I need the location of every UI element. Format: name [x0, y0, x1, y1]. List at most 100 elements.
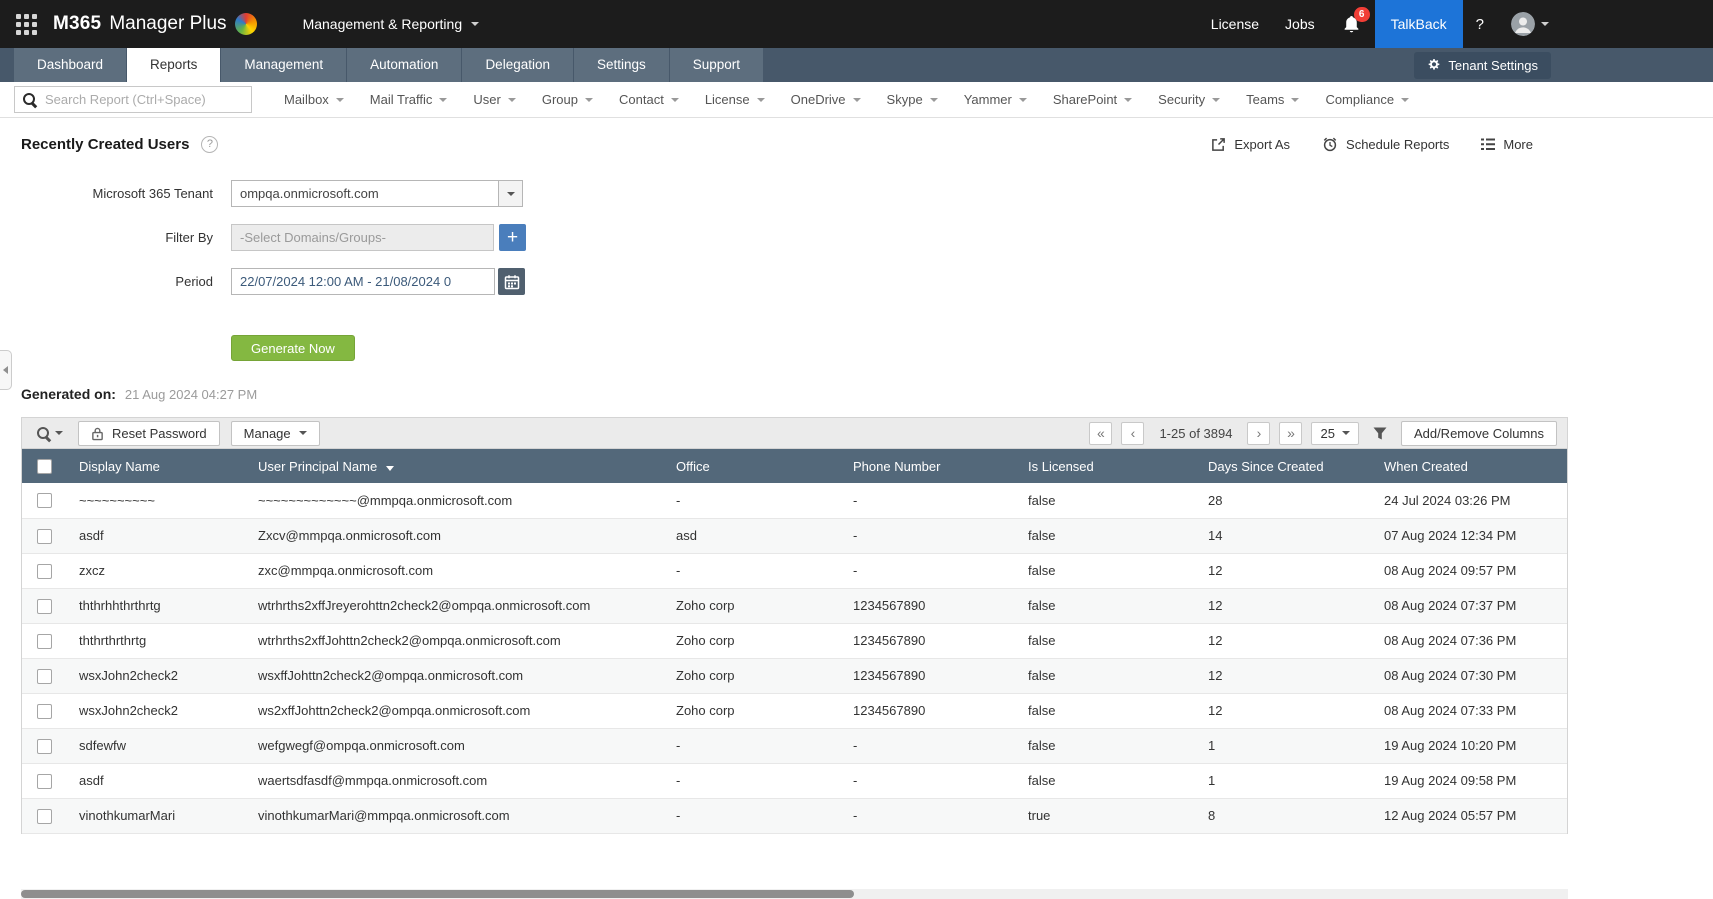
primary-nav: Dashboard Reports Management Automation Dele… [0, 48, 1713, 82]
table-row[interactable]: zxcz zxc@mmpqa.onmicrosoft.com - - false 12 08… [22, 553, 1567, 589]
report-menu-compliance[interactable]: Compliance [1312, 92, 1422, 107]
report-menu-onedrive[interactable]: OneDrive [778, 92, 874, 107]
license-link[interactable]: License [1198, 0, 1272, 48]
tenant-settings-button[interactable]: Tenant Settings [1414, 51, 1551, 79]
calendar-button[interactable] [498, 268, 525, 295]
tenant-select[interactable]: ompqa.onmicrosoft.com [231, 180, 523, 207]
apps-grid-icon[interactable] [16, 13, 37, 35]
report-menu-sharepoint[interactable]: SharePoint [1040, 92, 1145, 107]
schedule-reports-button[interactable]: Schedule Reports [1322, 136, 1449, 152]
row-checkbox-cell [22, 658, 67, 694]
report-menu-yammer[interactable]: Yammer [951, 92, 1040, 107]
table-row[interactable]: wsxJohn2check2 ws2xffJohttn2check2@ompqa.… [22, 693, 1567, 729]
row-checkbox-cell [22, 518, 67, 554]
table-row[interactable]: ththrthrthrtg wtrhrths2xffJohttn2check2@o… [22, 623, 1567, 659]
select-all-checkbox[interactable] [37, 459, 52, 475]
report-menu-user[interactable]: User [460, 92, 528, 107]
table-cell: 1 [1196, 728, 1372, 764]
table-cell: 1234567890 [841, 623, 1016, 659]
column-header-user-principal-name[interactable]: User Principal Name [246, 449, 664, 483]
tab-automation[interactable]: Automation [347, 48, 462, 82]
row-checkbox-cell [22, 553, 67, 589]
table-cell: 12 [1196, 623, 1372, 659]
reset-password-button[interactable]: Reset Password [78, 420, 220, 446]
table-row[interactable]: ththrhhthrthrtg wtrhrths2xffJreyerohttn2c… [22, 588, 1567, 624]
period-input[interactable] [231, 268, 495, 295]
report-menu-skype[interactable]: Skype [874, 92, 951, 107]
column-header-office[interactable]: Office [664, 449, 841, 483]
report-menu-mail-traffic[interactable]: Mail Traffic [357, 92, 461, 107]
add-filter-button[interactable]: + [499, 224, 526, 251]
prev-page-button[interactable]: ‹ [1121, 421, 1145, 445]
table-cell: 12 [1196, 693, 1372, 729]
column-header-display-name[interactable]: Display Name [67, 449, 246, 483]
column-header-is-licensed[interactable]: Is Licensed [1016, 449, 1196, 483]
column-search-icon [36, 426, 51, 441]
generate-now-button[interactable]: Generate Now [231, 335, 355, 361]
row-checkbox[interactable] [37, 668, 52, 684]
panel-collapse-handle[interactable] [0, 350, 12, 390]
row-checkbox[interactable] [37, 493, 52, 509]
help-button[interactable]: ? [1463, 0, 1497, 48]
report-menu-security[interactable]: Security [1145, 92, 1233, 107]
app-logo[interactable]: M365 Manager Plus [53, 13, 257, 35]
manage-dropdown-button[interactable]: Manage [230, 420, 320, 446]
more-button[interactable]: More [1481, 137, 1533, 152]
row-checkbox[interactable] [37, 528, 52, 544]
report-menu-mailbox[interactable]: Mailbox [271, 92, 357, 107]
row-checkbox[interactable] [37, 633, 52, 649]
tab-management[interactable]: Management [221, 48, 347, 82]
table-cell: false [1016, 763, 1196, 799]
tab-settings[interactable]: Settings [573, 48, 669, 82]
tab-delegation[interactable]: Delegation [462, 48, 573, 82]
table-cell: - [664, 483, 841, 519]
table-row[interactable]: asdf Zxcv@mmpqa.onmicrosoft.com asd - false 1… [22, 518, 1567, 554]
export-as-button[interactable]: Export As [1211, 137, 1290, 152]
column-search-toggle[interactable] [36, 426, 63, 441]
tab-support[interactable]: Support [669, 48, 764, 82]
table-row[interactable]: ~~~~~~~~~~ ~~~~~~~~~~~~~@mmpqa.onmicrosof… [22, 483, 1567, 519]
page-size-dropdown[interactable]: 25 [1311, 421, 1359, 445]
talkback-button[interactable]: TalkBack [1374, 0, 1463, 48]
last-page-button[interactable]: » [1279, 421, 1303, 445]
column-header-days-since-created[interactable]: Days Since Created [1196, 449, 1372, 483]
report-search-input[interactable] [14, 86, 252, 113]
select-all-header-cell [22, 449, 67, 483]
report-help-icon[interactable]: ? [201, 135, 219, 153]
table-cell: false [1016, 483, 1196, 519]
plus-icon: + [506, 227, 519, 248]
report-menu-group[interactable]: Group [529, 92, 606, 107]
jobs-link[interactable]: Jobs [1272, 0, 1328, 48]
horizontal-scrollbar-thumb[interactable] [21, 890, 854, 898]
table-row[interactable]: asdf waertsdfasdf@mmpqa.onmicrosoft.com - -… [22, 763, 1567, 799]
account-menu[interactable] [1497, 0, 1563, 48]
table-cell: false [1016, 553, 1196, 589]
report-menu-contact[interactable]: Contact [606, 92, 692, 107]
notifications-button[interactable]: 6 [1328, 0, 1375, 48]
table-cell: - [841, 728, 1016, 764]
row-checkbox[interactable] [37, 563, 52, 579]
table-row[interactable]: vinothkumarMari vinothkumarMari@mmpqa.onm… [22, 798, 1567, 834]
tab-reports[interactable]: Reports [127, 48, 221, 82]
column-header-when-created[interactable]: When Created [1372, 449, 1567, 483]
column-header-phone-number[interactable]: Phone Number [841, 449, 1016, 483]
add-remove-columns-button[interactable]: Add/Remove Columns [1400, 420, 1557, 446]
row-checkbox[interactable] [37, 598, 52, 614]
tab-dashboard[interactable]: Dashboard [14, 48, 127, 82]
table-cell: 08 Aug 2024 09:57 PM [1372, 553, 1567, 589]
filter-domains-input[interactable] [231, 224, 494, 251]
table-row[interactable]: sdfewfw wefgwegf@ompqa.onmicrosoft.com - - f… [22, 728, 1567, 764]
row-checkbox[interactable] [37, 703, 52, 719]
context-switcher[interactable]: Management & Reporting [303, 16, 480, 32]
row-checkbox[interactable] [37, 808, 52, 824]
report-menu-teams[interactable]: Teams [1233, 92, 1312, 107]
page-actions: Export As Schedule Reports More [1211, 136, 1533, 152]
first-page-button[interactable]: « [1089, 421, 1113, 445]
table-row[interactable]: wsxJohn2check2 wsxffJohttn2check2@ompqa.o… [22, 658, 1567, 694]
next-page-button[interactable]: › [1247, 421, 1271, 445]
report-menu-license[interactable]: License [692, 92, 778, 107]
row-checkbox[interactable] [37, 773, 52, 789]
app-window: M365 Manager Plus Management & Reporting… [0, 0, 1713, 899]
filter-funnel-button[interactable] [1373, 427, 1387, 440]
row-checkbox[interactable] [37, 738, 52, 754]
